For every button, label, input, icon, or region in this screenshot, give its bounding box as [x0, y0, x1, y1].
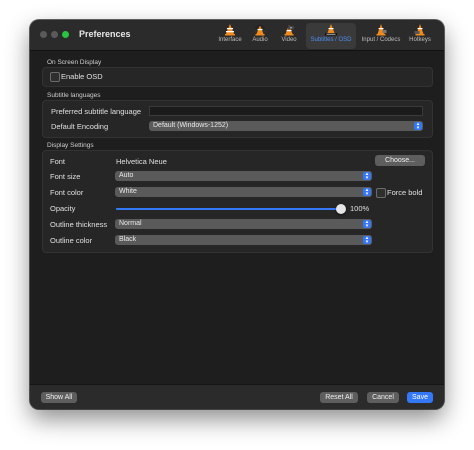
default-encoding-select[interactable]: Default (Windows-1252) ▴ ▾: [149, 121, 423, 131]
preferred-subtitle-language-field[interactable]: [149, 106, 423, 116]
subtitle-languages-section-label: Subtitle languages: [47, 92, 101, 99]
tab-label: Video: [281, 37, 297, 43]
chevron-updown-icon: ▴ ▾: [363, 220, 371, 229]
preferences-window: Preferences Interface Audio Video Subtit…: [30, 20, 444, 409]
tab-hotkeys[interactable]: Hotkeys: [406, 23, 434, 49]
vlc-cone-hotkeys-icon: [414, 24, 425, 36]
vlc-cone-headphones-icon: [254, 24, 266, 36]
outline-thickness-label: Outline thickness: [50, 220, 108, 229]
font-size-label: Font size: [50, 172, 81, 181]
font-size-select[interactable]: Auto ▴ ▾: [115, 171, 372, 181]
outline-color-label: Outline color: [50, 236, 93, 245]
opacity-slider[interactable]: [116, 204, 346, 214]
opacity-slider-knob[interactable]: [336, 204, 346, 214]
default-encoding-label: Default Encoding: [51, 122, 109, 131]
minimize-window-button[interactable]: [51, 31, 58, 38]
font-color-select[interactable]: White ▴ ▾: [115, 187, 372, 197]
tab-interface[interactable]: Interface: [216, 23, 244, 49]
display-settings-section-label: Display Settings: [47, 142, 94, 149]
osd-group: Enable OSD: [42, 67, 433, 87]
choose-font-button[interactable]: Choose...: [375, 155, 425, 166]
force-bold-checkbox[interactable]: [376, 188, 386, 198]
tab-audio[interactable]: Audio: [249, 23, 271, 49]
opacity-label: Opacity: [50, 204, 76, 213]
font-color-value: White: [119, 188, 137, 195]
preferred-subtitle-language-label: Preferred subtitle language: [51, 107, 142, 116]
display-settings-group: Font Helvetica Neue Choose... Font size …: [42, 150, 433, 253]
vlc-cone-icon: [225, 24, 235, 36]
chevron-updown-icon: ▴ ▾: [363, 188, 371, 197]
subtitle-languages-group: Preferred subtitle language Default Enco…: [42, 100, 433, 138]
show-all-button[interactable]: Show All: [41, 392, 77, 403]
opacity-slider-fill: [116, 208, 341, 210]
chevron-updown-icon: ▴ ▾: [414, 122, 422, 131]
outline-color-value: Black: [119, 236, 137, 243]
enable-osd-label: Enable OSD: [61, 72, 103, 81]
tab-subtitles-osd[interactable]: Subtitles / OSD: [306, 23, 356, 49]
osd-section-label: On Screen Display: [47, 59, 102, 66]
font-size-value: Auto: [119, 172, 134, 179]
tab-label: Hotkeys: [409, 37, 431, 43]
footer-bar: Show All Reset All Cancel Save: [30, 384, 444, 409]
font-value: Helvetica Neue: [116, 157, 167, 166]
tab-label: Subtitles / OSD: [310, 37, 352, 43]
force-bold-label: Force bold: [387, 188, 423, 197]
tab-video[interactable]: Video: [278, 23, 300, 49]
chevron-updown-icon: ▴ ▾: [363, 236, 371, 245]
tab-input-codecs[interactable]: Input / Codecs: [360, 23, 402, 49]
cancel-button[interactable]: Cancel: [367, 392, 399, 403]
default-encoding-value: Default (Windows-1252): [153, 122, 229, 129]
tab-label: Input / Codecs: [361, 37, 401, 43]
vlc-cone-input-icon: [376, 24, 387, 36]
outline-thickness-value: Normal: [119, 220, 142, 227]
enable-osd-checkbox[interactable]: [50, 72, 60, 82]
outline-color-select[interactable]: Black ▴ ▾: [115, 235, 372, 245]
outline-thickness-select[interactable]: Normal ▴ ▾: [115, 219, 372, 229]
vlc-cone-subtitles-icon: [325, 24, 337, 36]
save-button[interactable]: Save: [407, 392, 433, 403]
tab-label: Audio: [252, 37, 268, 43]
vlc-cone-video-icon: [284, 25, 294, 36]
font-color-label: Font color: [50, 188, 84, 197]
window-title: Preferences: [79, 29, 131, 39]
tab-label: Interface: [218, 37, 242, 43]
zoom-window-button[interactable]: [62, 31, 69, 38]
title-bar: Preferences Interface Audio Video Subtit…: [30, 20, 444, 51]
chevron-updown-icon: ▴ ▾: [363, 172, 371, 181]
close-window-button[interactable]: [40, 31, 47, 38]
reset-all-button[interactable]: Reset All: [320, 392, 358, 403]
opacity-value: 100%: [350, 204, 370, 213]
font-label: Font: [50, 157, 66, 166]
